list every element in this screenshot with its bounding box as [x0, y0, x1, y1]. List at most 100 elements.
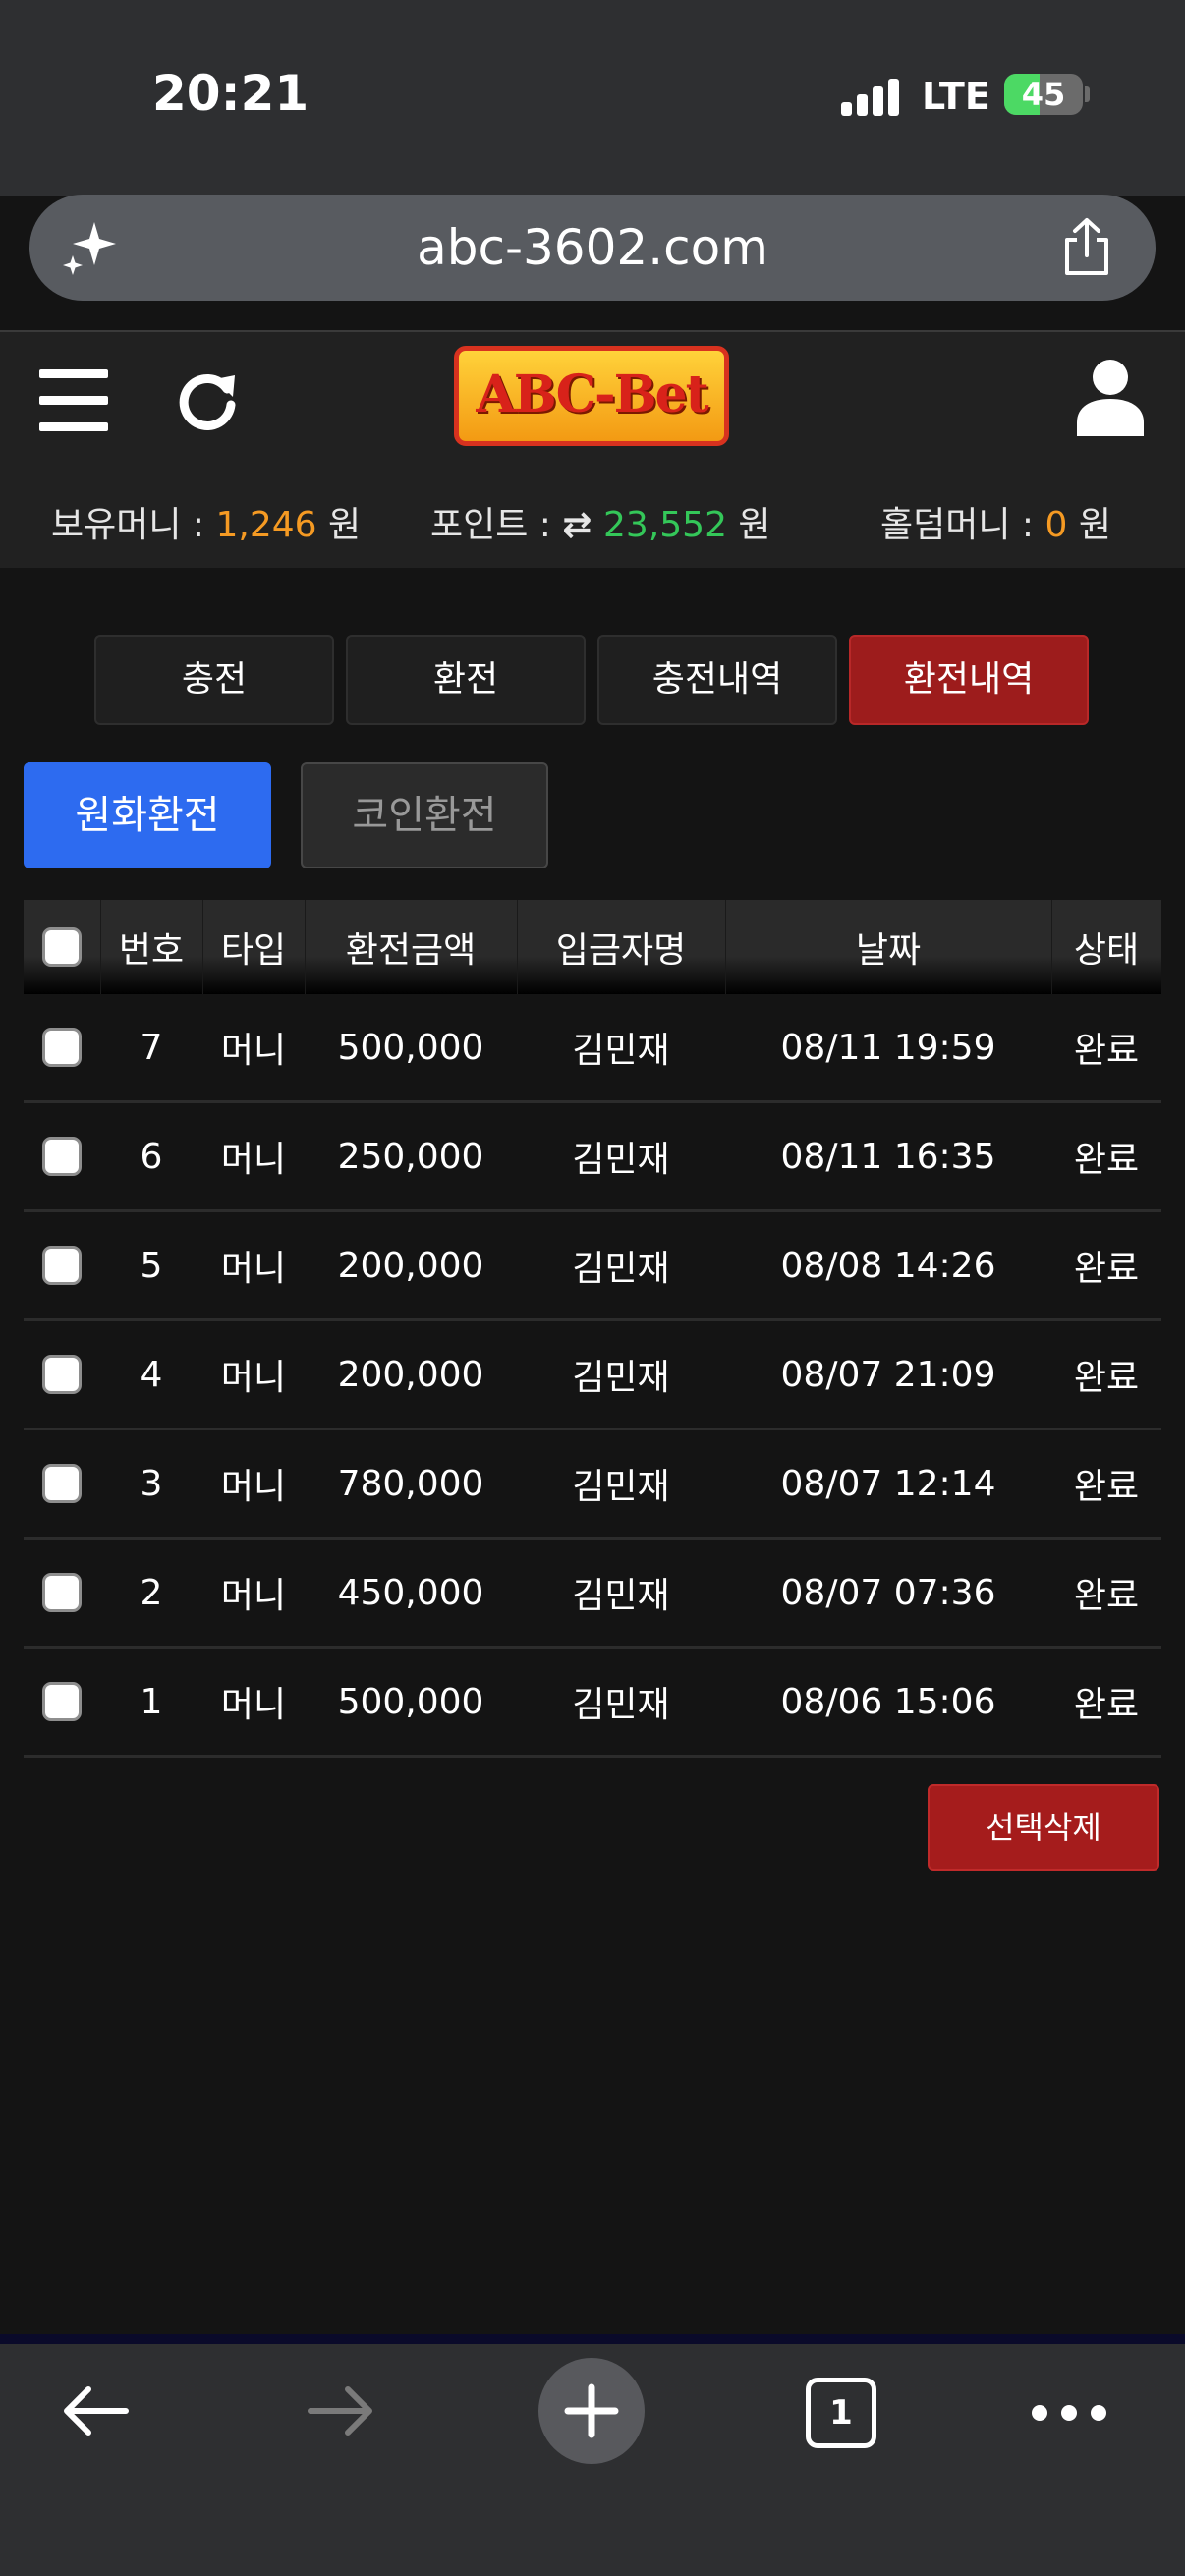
battery-icon: 45: [1004, 74, 1083, 115]
url-text[interactable]: abc-3602.com: [29, 195, 1156, 301]
row-checkbox[interactable]: [42, 1355, 82, 1394]
signal-icon: [841, 77, 900, 116]
table-body: 7 머니 500,000 김민재 08/11 19:59 완료 6 머니 250,000 김민재 0…: [24, 994, 1161, 1758]
row-checkbox-cell: [24, 1212, 100, 1318]
new-tab-button[interactable]: [538, 2358, 645, 2464]
table-header: 번호 타입 환전금액 입금자명 날짜 상태: [24, 900, 1161, 994]
cell-type: 머니: [220, 1140, 287, 1180]
header-status: 상태: [1073, 930, 1140, 971]
cell-depositor: 김민재: [572, 1140, 670, 1180]
share-icon[interactable]: [1057, 216, 1116, 279]
row-checkbox[interactable]: [42, 1028, 82, 1067]
points-label: 포인트 :: [430, 505, 563, 545]
tab-withdraw-history[interactable]: 환전내역: [849, 635, 1089, 725]
cell-no: 5: [140, 1245, 163, 1286]
toolbar-divider: [0, 2334, 1185, 2344]
header-type: 타입: [202, 900, 306, 994]
points-unit: 원: [726, 505, 771, 545]
cell-no: 7: [140, 1027, 163, 1068]
table-row: 2 머니 450,000 김민재 08/07 07:36 완료: [24, 1540, 1161, 1649]
row-checkbox-cell: [24, 1103, 100, 1209]
battery-cap: [1085, 86, 1090, 102]
row-checkbox[interactable]: [42, 1246, 82, 1285]
cell-amount: 250,000: [337, 1136, 484, 1177]
cell-type: 머니: [220, 1031, 287, 1071]
transfer-icon[interactable]: ⇄: [562, 505, 592, 545]
balance-value: 1,246: [215, 505, 317, 545]
sparkle-icon[interactable]: [61, 218, 120, 277]
cell-depositor: 김민재: [572, 1576, 670, 1616]
header-depositor: 입금자명: [517, 900, 726, 994]
cell-type: 머니: [220, 1249, 287, 1289]
cell-depositor: 김민재: [572, 1249, 670, 1289]
cell-type: 머니: [220, 1467, 287, 1507]
table-row: 1 머니 500,000 김민재 08/06 15:06 완료: [24, 1649, 1161, 1758]
subtab-coin-withdraw[interactable]: 코인환전: [301, 762, 548, 868]
cell-date: 08/11 16:35: [780, 1136, 996, 1177]
cell-status: 완료: [1073, 1249, 1140, 1289]
holdem-value: 0: [1044, 505, 1068, 545]
site-logo[interactable]: ABC-Bet: [454, 346, 729, 446]
row-checkbox-cell: [24, 994, 100, 1100]
cell-status: 완료: [1073, 1467, 1140, 1507]
user-icon[interactable]: [1075, 358, 1146, 436]
cell-status: 완료: [1073, 1031, 1140, 1071]
address-bar[interactable]: abc-3602.com: [29, 195, 1156, 301]
cell-amount: 780,000: [337, 1463, 484, 1504]
cell-depositor: 김민재: [572, 1031, 670, 1071]
balance-money: 보유머니 : 1,246 원: [51, 496, 361, 547]
cell-status: 완료: [1073, 1140, 1140, 1180]
row-checkbox[interactable]: [42, 1464, 82, 1503]
cell-no: 4: [140, 1354, 163, 1395]
row-checkbox-cell: [24, 1540, 100, 1646]
cell-date: 08/07 07:36: [780, 1572, 996, 1613]
battery-percent: 45: [1021, 76, 1066, 113]
cell-status: 완료: [1073, 1358, 1140, 1398]
row-checkbox[interactable]: [42, 1682, 82, 1721]
status-time: 20:21: [152, 65, 310, 122]
table-row: 5 머니 200,000 김민재 08/08 14:26 완료: [24, 1212, 1161, 1321]
tab-withdraw[interactable]: 환전: [346, 635, 586, 725]
holdem-unit: 원: [1067, 505, 1111, 545]
cell-date: 08/08 14:26: [780, 1245, 996, 1286]
tabs-icon[interactable]: 1: [806, 2378, 876, 2448]
table-row: 3 머니 780,000 김민재 08/07 12:14 완료: [24, 1430, 1161, 1540]
delete-selected-button[interactable]: 선택삭제: [928, 1784, 1159, 1871]
cell-type: 머니: [220, 1358, 287, 1398]
plus-icon: [564, 2383, 619, 2438]
cell-no: 2: [140, 1572, 163, 1613]
cell-date: 08/07 12:14: [780, 1463, 996, 1504]
cell-status: 완료: [1073, 1576, 1140, 1616]
cell-amount: 500,000: [337, 1681, 484, 1722]
cell-type: 머니: [220, 1576, 287, 1616]
cell-date: 08/11 19:59: [780, 1027, 996, 1068]
back-icon[interactable]: [57, 2381, 132, 2440]
row-checkbox[interactable]: [42, 1573, 82, 1612]
menu-icon[interactable]: [39, 369, 108, 432]
subtab-krw-withdraw[interactable]: 원화환전: [24, 762, 271, 868]
balance-points: 포인트 : ⇄ 23,552 원: [430, 496, 771, 547]
forward-icon[interactable]: [305, 2381, 379, 2440]
more-icon[interactable]: [1032, 2405, 1106, 2421]
cell-status: 완료: [1073, 1685, 1140, 1725]
select-all-checkbox[interactable]: [42, 927, 82, 967]
table-row: 7 머니 500,000 김민재 08/11 19:59 완료: [24, 994, 1161, 1103]
cell-depositor: 김민재: [572, 1467, 670, 1507]
row-checkbox-cell: [24, 1321, 100, 1428]
tab-deposit-history[interactable]: 충전내역: [597, 635, 837, 725]
refresh-icon[interactable]: [172, 365, 243, 436]
row-checkbox[interactable]: [42, 1137, 82, 1176]
cell-no: 6: [140, 1136, 163, 1177]
balance-label: 보유머니 :: [51, 505, 216, 545]
cell-depositor: 김민재: [572, 1685, 670, 1725]
cell-type: 머니: [220, 1685, 287, 1725]
logo-text: ABC-Bet: [476, 364, 708, 424]
cell-amount: 450,000: [337, 1572, 484, 1613]
cell-depositor: 김민재: [572, 1358, 670, 1398]
cell-no: 1: [140, 1681, 163, 1722]
network-type: LTE: [922, 75, 990, 118]
cell-date: 08/06 15:06: [780, 1681, 996, 1722]
tab-deposit[interactable]: 충전: [94, 635, 334, 725]
row-checkbox-cell: [24, 1430, 100, 1537]
cell-date: 08/07 21:09: [780, 1354, 996, 1395]
